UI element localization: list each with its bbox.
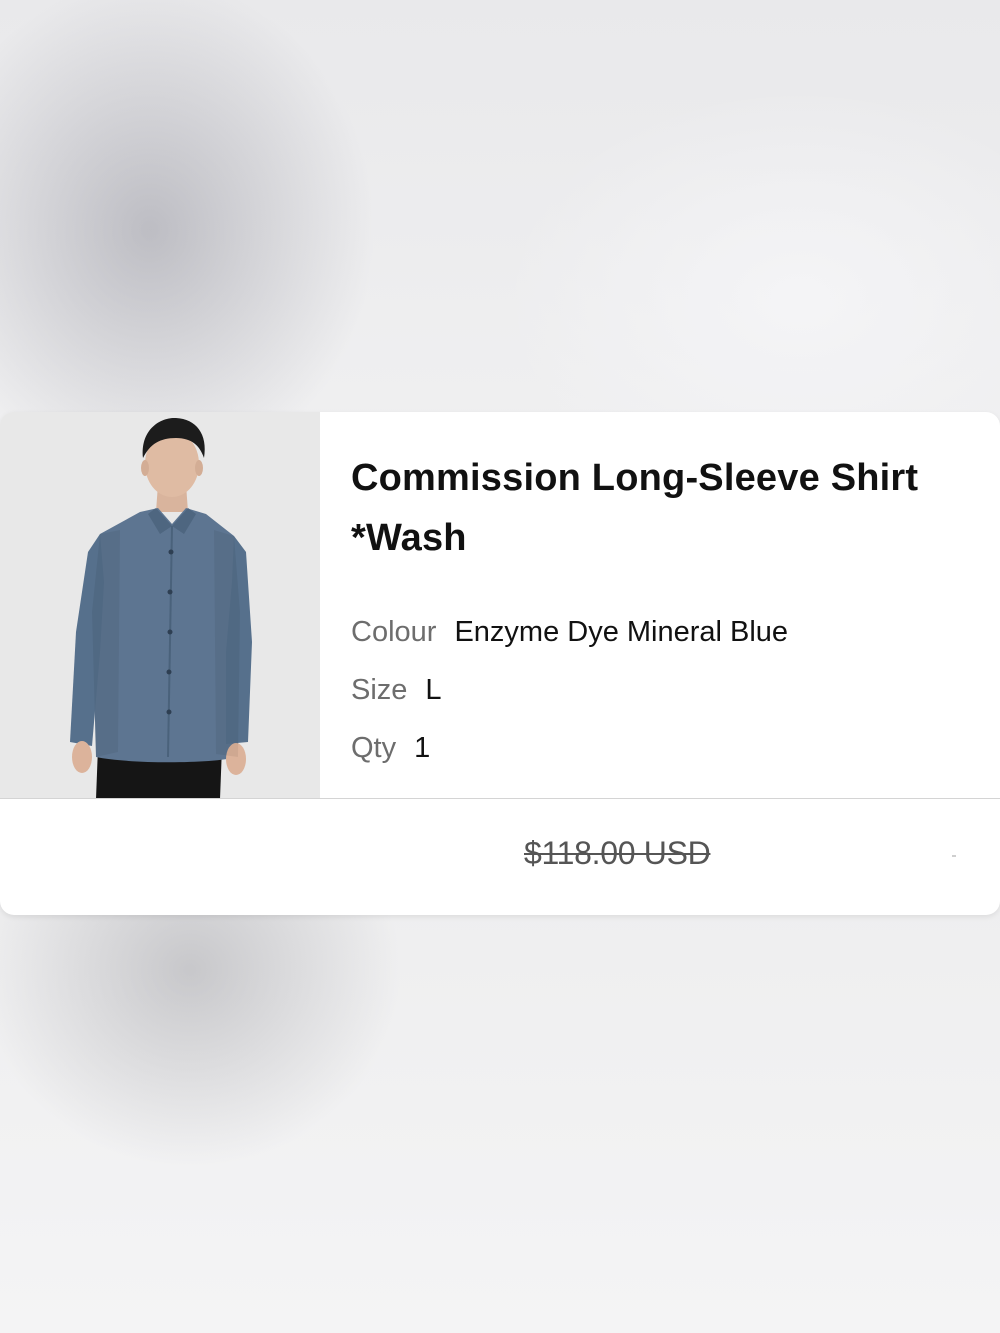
attribute-value: Enzyme Dye Mineral Blue bbox=[454, 616, 789, 648]
price-separator-mark bbox=[952, 855, 956, 857]
attribute-label: Size bbox=[351, 674, 408, 706]
attribute-value: L bbox=[425, 674, 442, 706]
product-details: Commission Long-Sleeve Shirt *Wash Colou… bbox=[351, 448, 971, 790]
shirt-model-photo-icon bbox=[0, 412, 320, 799]
attribute-value: 1 bbox=[414, 732, 431, 764]
card-divider bbox=[0, 798, 1000, 799]
product-image[interactable] bbox=[0, 412, 320, 799]
product-title[interactable]: Commission Long-Sleeve Shirt *Wash bbox=[351, 448, 971, 568]
product-title-line-2: *Wash bbox=[351, 517, 467, 559]
product-title-line-1: Commission Long-Sleeve Shirt bbox=[351, 457, 919, 499]
cart-item-card: Commission Long-Sleeve Shirt *Wash Colou… bbox=[0, 412, 1000, 915]
attribute-qty: Qty 1 bbox=[351, 732, 971, 790]
attribute-label: Qty bbox=[351, 732, 397, 764]
attribute-label: Colour bbox=[351, 616, 437, 648]
page-backdrop: Commission Long-Sleeve Shirt *Wash Colou… bbox=[0, 0, 1000, 1333]
attribute-size: Size L bbox=[351, 674, 971, 732]
attribute-colour: Colour Enzyme Dye Mineral Blue bbox=[351, 616, 971, 674]
product-attributes: Colour Enzyme Dye Mineral Blue Size L Qt… bbox=[351, 616, 971, 790]
original-price: $118.00 USD bbox=[524, 835, 711, 871]
